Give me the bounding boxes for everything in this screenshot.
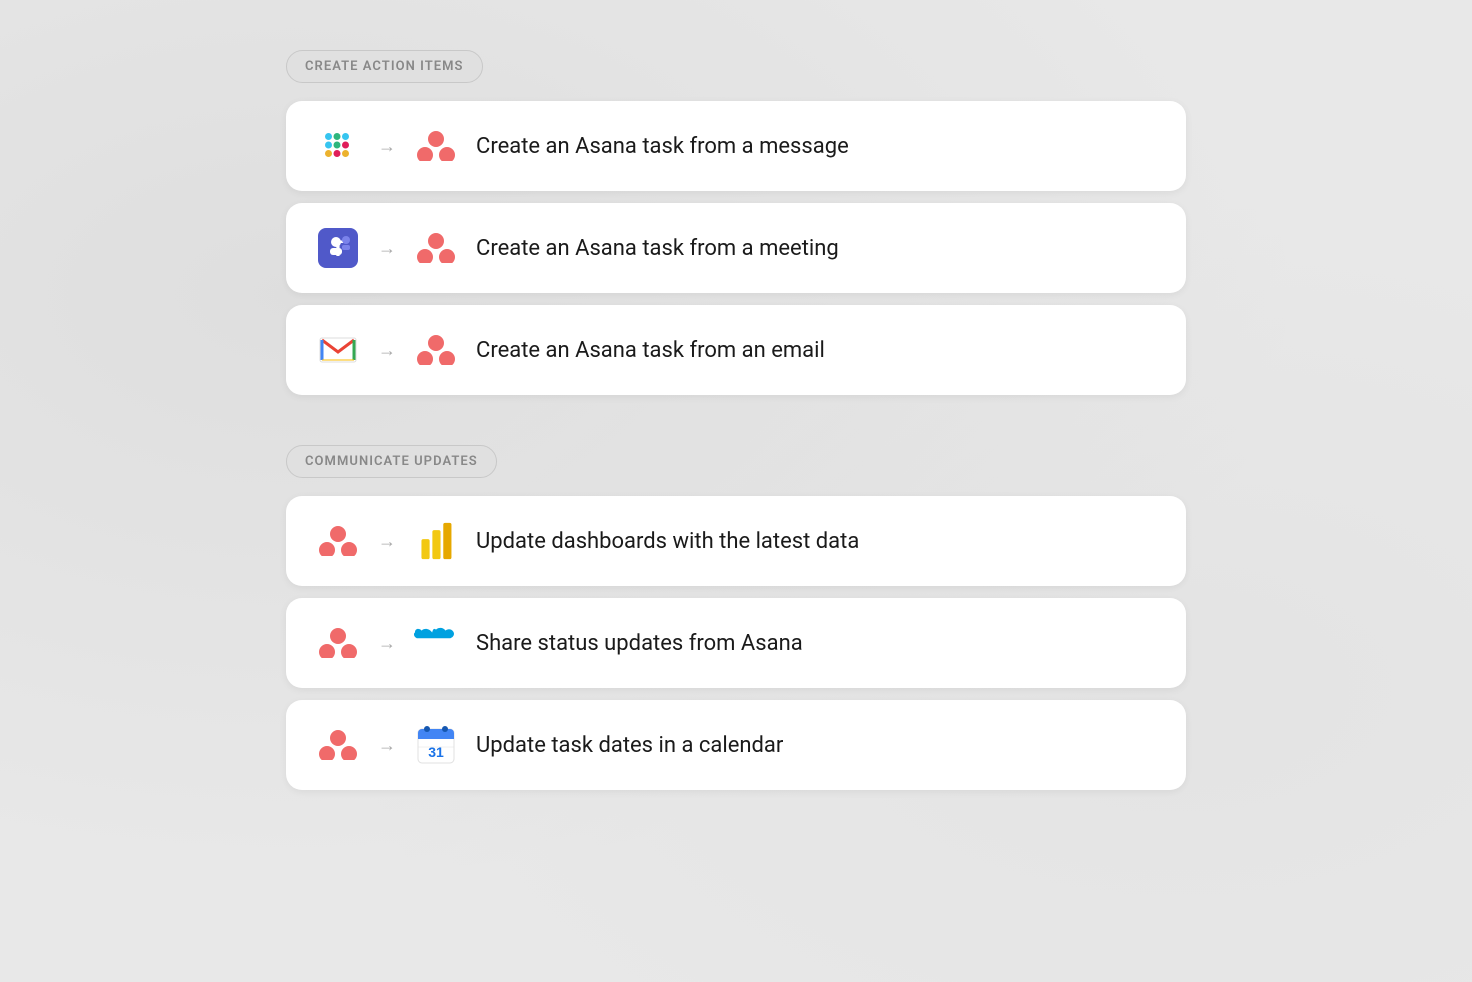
card-text-5: Share status updates from Asana xyxy=(476,631,803,656)
arrow-3: → xyxy=(378,340,396,361)
card-teams-to-asana[interactable]: T → Create an Asana task from a meeting xyxy=(286,203,1186,293)
card-text-2: Create an Asana task from a meeting xyxy=(476,236,839,261)
card-asana-to-salesforce[interactable]: → salesforce Share status updates from A… xyxy=(286,598,1186,688)
gcal-icon: 31 xyxy=(414,723,458,767)
asana-icon-2 xyxy=(414,226,458,270)
salesforce-icon: salesforce xyxy=(414,621,458,665)
asana-icon-1 xyxy=(414,124,458,168)
asana-icon-left-3 xyxy=(316,723,360,767)
svg-text:salesforce: salesforce xyxy=(415,644,458,654)
arrow-5: → xyxy=(378,633,396,654)
arrow-6: → xyxy=(378,735,396,756)
svg-text:31: 31 xyxy=(428,744,444,760)
card-text-3: Create an Asana task from an email xyxy=(476,338,825,363)
card-slack-to-asana[interactable]: → Create an Asana task from a message xyxy=(286,101,1186,191)
arrow-1: → xyxy=(378,136,396,157)
card-asana-to-gcal[interactable]: → 31 Update task dates in a calen xyxy=(286,700,1186,790)
teams-icon: T xyxy=(316,226,360,270)
arrow-2: → xyxy=(378,238,396,259)
section-communicate-updates: COMMUNICATE UPDATES → Update dashboard xyxy=(286,445,1186,790)
section-label-create: CREATE ACTION ITEMS xyxy=(286,50,483,83)
section-label-communicate: COMMUNICATE UPDATES xyxy=(286,445,497,478)
asana-icon-left-2 xyxy=(316,621,360,665)
section-create-action-items: CREATE ACTION ITEMS xyxy=(286,50,1186,395)
main-container: CREATE ACTION ITEMS xyxy=(286,50,1186,840)
card-text-1: Create an Asana task from a message xyxy=(476,134,849,159)
powerbi-icon xyxy=(414,519,458,563)
asana-icon-3 xyxy=(414,328,458,372)
gmail-icon xyxy=(316,328,360,372)
asana-icon-left-1 xyxy=(316,519,360,563)
card-text-4: Update dashboards with the latest data xyxy=(476,529,859,554)
card-asana-to-powerbi[interactable]: → Update dashboards with the latest data xyxy=(286,496,1186,586)
card-text-6: Update task dates in a calendar xyxy=(476,733,783,758)
arrow-4: → xyxy=(378,531,396,552)
slack-icon xyxy=(316,124,360,168)
card-gmail-to-asana[interactable]: → Create an Asana task from an email xyxy=(286,305,1186,395)
